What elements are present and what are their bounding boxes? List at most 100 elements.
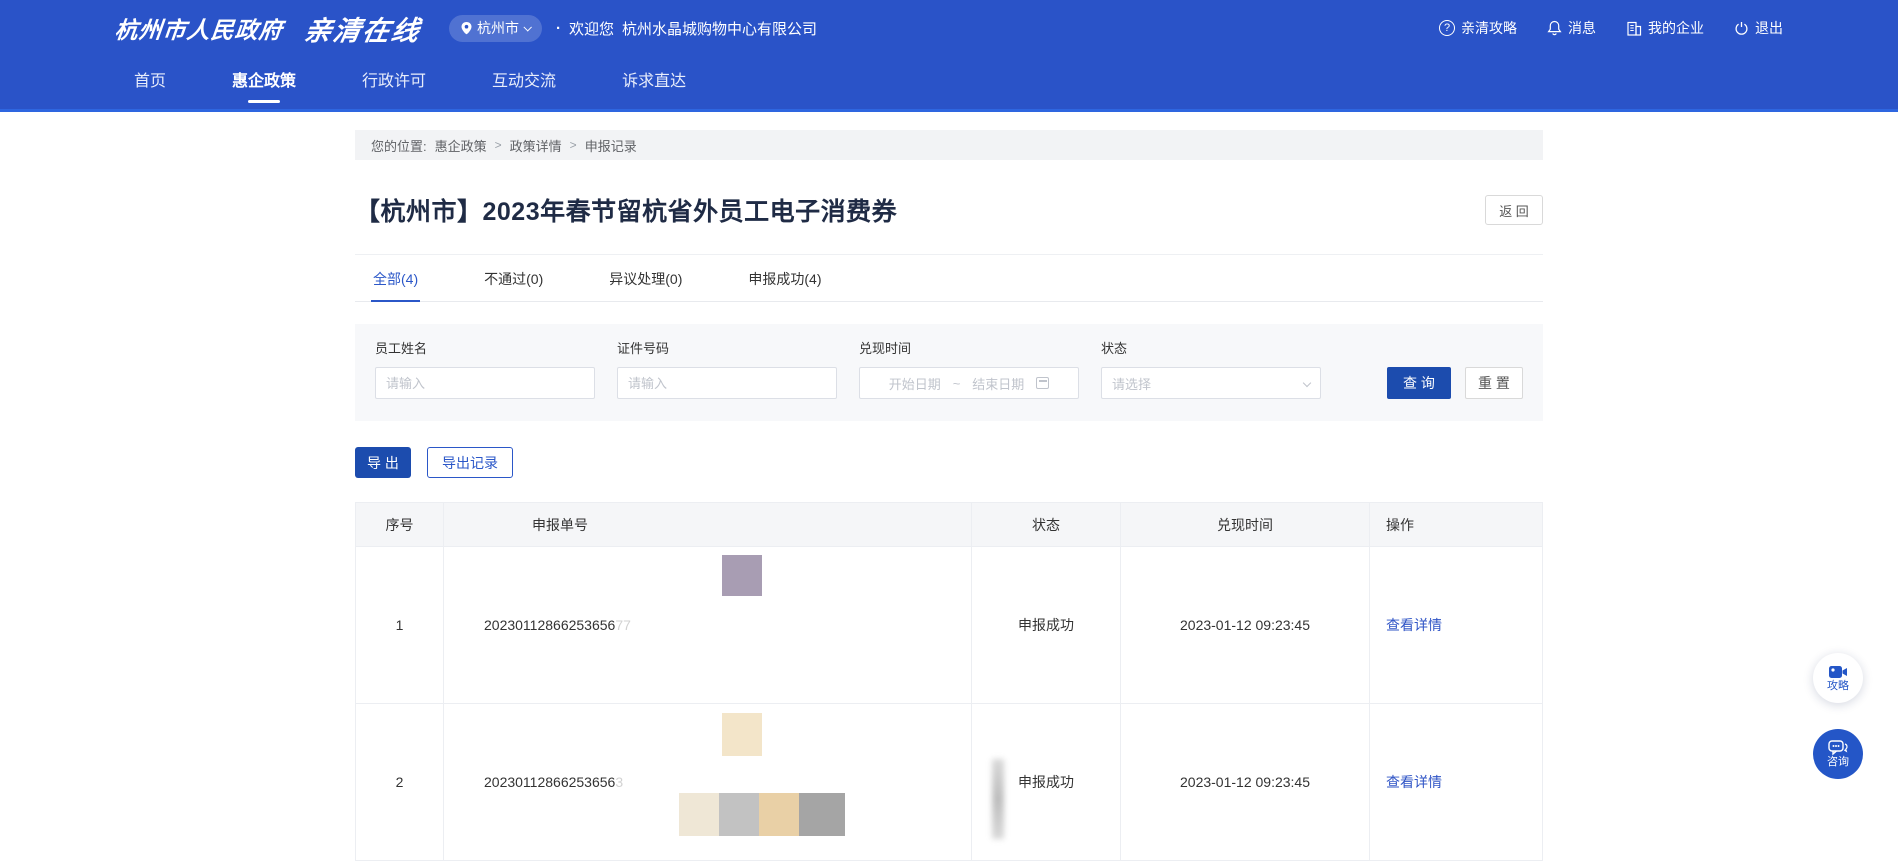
column-header-index: 序号 (356, 503, 444, 547)
status-cell: 申报成功 (972, 704, 1121, 861)
menu-item-messages[interactable]: 消息 (1547, 18, 1596, 38)
welcome-text: · 欢迎您 杭州水晶城购物中心有限公司 (556, 18, 817, 39)
view-detail-link[interactable]: 查看详情 (1386, 615, 1442, 635)
date-range-separator: ~ (953, 376, 961, 391)
back-button[interactable]: 返 回 (1485, 195, 1543, 225)
title-row: 【杭州市】2023年春节留杭省外员工电子消费券 返 回 (355, 192, 1543, 228)
row-index: 1 (356, 547, 444, 704)
order-no-cell: 202301128662536563 (444, 704, 972, 861)
order-no-faded: 77 (615, 617, 631, 633)
company-name: 杭州水晶城购物中心有限公司 (622, 18, 817, 39)
menu-item-logout-label: 退出 (1755, 18, 1783, 38)
nav-item-interaction[interactable]: 互动交流 (488, 56, 560, 112)
column-header-redeem-time: 兑现时间 (1121, 503, 1370, 547)
welcome-prefix: 欢迎您 (569, 18, 614, 39)
table-row: 2 202301128662536563 申报成功 2023-01-12 09:… (356, 704, 1542, 861)
menu-item-my-enterprise[interactable]: 我的企业 (1626, 18, 1704, 38)
location-pin-icon (461, 22, 472, 35)
status-select-placeholder: 请选择 (1112, 374, 1151, 393)
column-header-order-no: 申报单号 (444, 503, 972, 547)
header-row: 杭州市人民政府 亲清在线 杭州市 · 欢迎您 杭州水晶城购物中心有限公司 ? 亲… (0, 0, 1898, 56)
guide-fab-button[interactable]: 攻略 (1813, 653, 1863, 703)
status-cell: 申报成功 (972, 547, 1121, 704)
building-icon (1626, 21, 1642, 36)
employee-name-input[interactable] (375, 367, 595, 399)
main-nav: 首页 惠企政策 行政许可 互动交流 诉求直达 (0, 56, 1898, 112)
export-records-button[interactable]: 导出记录 (427, 447, 513, 478)
calendar-icon (1036, 377, 1049, 389)
table-header-row: 序号 申报单号 状态 兑现时间 操作 (356, 503, 1542, 547)
filter-panel: 员工姓名 证件号码 兑现时间 开始日期 ~ 结束日期 状态 请选择 (355, 324, 1543, 421)
menu-item-guide[interactable]: ? 亲清攻略 (1439, 18, 1517, 38)
redaction-blob (759, 793, 799, 836)
status-text: 申报成功 (1018, 772, 1074, 792)
action-cell: 查看详情 (1370, 547, 1543, 704)
field-id-number: 证件号码 (617, 338, 837, 399)
chevron-down-icon (523, 23, 531, 31)
tab-all[interactable]: 全部(4) (371, 255, 420, 301)
status-label: 状态 (1101, 338, 1321, 357)
breadcrumb-item-declare-records[interactable]: 申报记录 (585, 136, 637, 155)
redeem-time-cell: 2023-01-12 09:23:45 (1121, 704, 1370, 861)
redaction-blob (799, 793, 845, 836)
menu-item-guide-label: 亲清攻略 (1461, 18, 1517, 38)
redeem-time-label: 兑现时间 (859, 338, 1079, 357)
action-cell: 查看详情 (1370, 704, 1543, 861)
field-status: 状态 请选择 (1101, 338, 1321, 399)
field-redeem-time: 兑现时间 开始日期 ~ 结束日期 (859, 338, 1079, 399)
breadcrumb-item-policy[interactable]: 惠企政策 (435, 136, 487, 155)
table-body: 1 2023011286625365677 申报成功 2023-01-12 09… (356, 547, 1542, 861)
nav-item-home[interactable]: 首页 (130, 56, 170, 112)
chat-bubble-icon (1828, 740, 1848, 755)
search-button[interactable]: 查 询 (1387, 367, 1451, 399)
row-index: 2 (356, 704, 444, 861)
filter-actions: 查 询 重 置 (1387, 338, 1523, 399)
redaction-smudge (992, 759, 1004, 839)
breadcrumb: 您的位置: 惠企政策 > 政策详情 > 申报记录 (355, 130, 1543, 160)
column-header-action: 操作 (1370, 503, 1543, 547)
top-menu: ? 亲清攻略 消息 我的企业 退出 (1439, 18, 1783, 38)
status-tabs: 全部(4) 不通过(0) 异议处理(0) 申报成功(4) (355, 255, 1543, 302)
order-no-cell: 2023011286625365677 (444, 547, 972, 704)
end-date-placeholder: 结束日期 (972, 374, 1024, 393)
view-detail-link[interactable]: 查看详情 (1386, 772, 1442, 792)
column-header-status: 状态 (972, 503, 1121, 547)
redaction-blob (679, 793, 719, 836)
consult-fab-button[interactable]: 咨询 (1813, 729, 1863, 779)
gov-logo: 杭州市人民政府 (113, 11, 285, 45)
menu-item-my-enterprise-label: 我的企业 (1648, 18, 1704, 38)
video-camera-icon (1828, 665, 1848, 679)
breadcrumb-item-policy-detail[interactable]: 政策详情 (510, 136, 562, 155)
top-header: 杭州市人民政府 亲清在线 杭州市 · 欢迎您 杭州水晶城购物中心有限公司 ? 亲… (0, 0, 1898, 112)
redaction-blob (722, 555, 762, 596)
tab-rejected[interactable]: 不通过(0) (482, 255, 545, 301)
main-content: 您的位置: 惠企政策 > 政策详情 > 申报记录 【杭州市】2023年春节留杭省… (355, 130, 1543, 861)
id-number-label: 证件号码 (617, 338, 837, 357)
breadcrumb-separator: > (570, 138, 577, 152)
nav-item-enterprise-policy[interactable]: 惠企政策 (228, 56, 300, 112)
export-button[interactable]: 导 出 (355, 447, 411, 478)
chevron-down-icon (1303, 379, 1311, 387)
nav-item-appeal-direct[interactable]: 诉求直达 (618, 56, 690, 112)
nav-item-administrative-license[interactable]: 行政许可 (358, 56, 430, 112)
tab-objection[interactable]: 异议处理(0) (607, 255, 684, 301)
breadcrumb-prefix: 您的位置: (371, 136, 427, 155)
menu-item-logout[interactable]: 退出 (1734, 18, 1783, 38)
id-number-input[interactable] (617, 367, 837, 399)
guide-fab-label: 攻略 (1827, 680, 1849, 692)
tab-success[interactable]: 申报成功(4) (746, 255, 823, 301)
order-no: 20230112866253656 (484, 774, 615, 790)
redeem-time-range-picker[interactable]: 开始日期 ~ 结束日期 (859, 367, 1079, 399)
status-select[interactable]: 请选择 (1101, 367, 1321, 399)
consult-fab-label: 咨询 (1827, 756, 1849, 768)
question-circle-icon: ? (1439, 20, 1455, 36)
dot-separator: · (556, 20, 561, 37)
breadcrumb-separator: > (495, 138, 502, 152)
page: 杭州市人民政府 亲清在线 杭州市 · 欢迎您 杭州水晶城购物中心有限公司 ? 亲… (0, 0, 1898, 864)
reset-button[interactable]: 重 置 (1465, 367, 1523, 399)
location-selector[interactable]: 杭州市 (449, 15, 542, 42)
brand-logo: 亲清在线 (302, 9, 425, 48)
start-date-placeholder: 开始日期 (889, 374, 941, 393)
order-no: 20230112866253656 (484, 617, 615, 633)
redeem-time-cell: 2023-01-12 09:23:45 (1121, 547, 1370, 704)
